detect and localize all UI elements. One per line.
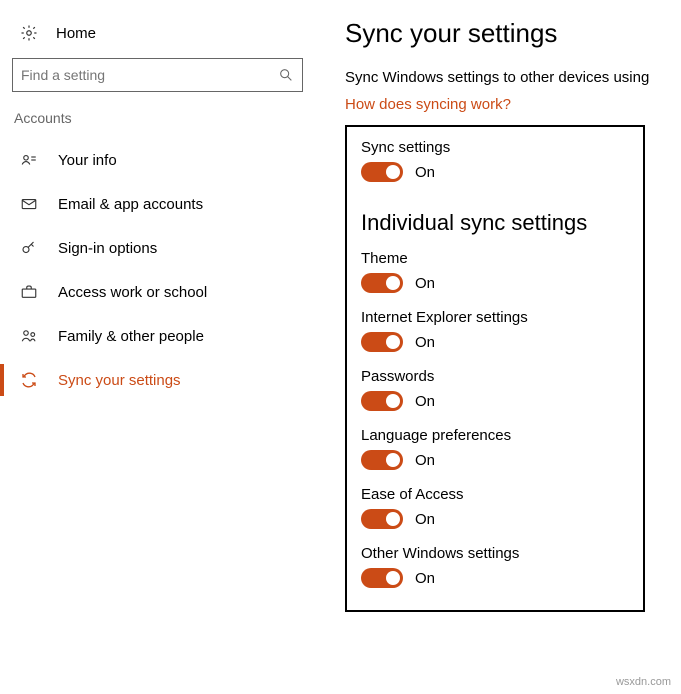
- sync-settings-panel: Sync settings On Individual sync setting…: [345, 125, 645, 612]
- toggle-state: On: [415, 511, 435, 528]
- theme-label: Theme: [361, 250, 629, 267]
- ie-settings-label: Internet Explorer settings: [361, 309, 629, 326]
- sync-settings-toggle[interactable]: [361, 162, 403, 182]
- toggle-state: On: [415, 452, 435, 469]
- ease-of-access-label: Ease of Access: [361, 486, 629, 503]
- people-icon: [18, 327, 40, 345]
- sidebar-item-your-info[interactable]: Your info: [12, 138, 303, 182]
- passwords-toggle[interactable]: [361, 391, 403, 411]
- key-icon: [18, 239, 40, 257]
- page-title: Sync your settings: [345, 18, 661, 49]
- toggle-state: On: [415, 334, 435, 351]
- home-label: Home: [56, 25, 96, 42]
- page-description: Sync Windows settings to other devices u…: [345, 69, 661, 86]
- sidebar-item-label: Sync your settings: [58, 372, 181, 389]
- sidebar-item-family[interactable]: Family & other people: [12, 314, 303, 358]
- search-icon: [278, 67, 294, 83]
- toggle-state: On: [415, 164, 435, 181]
- gear-icon: [18, 24, 40, 42]
- mail-icon: [18, 195, 40, 213]
- ie-settings-toggle[interactable]: [361, 332, 403, 352]
- other-windows-toggle[interactable]: [361, 568, 403, 588]
- person-card-icon: [18, 151, 40, 169]
- sidebar-item-label: Access work or school: [58, 284, 207, 301]
- how-syncing-works-link[interactable]: How does syncing work?: [345, 96, 511, 113]
- sidebar-item-signin[interactable]: Sign-in options: [12, 226, 303, 270]
- sidebar-item-label: Sign-in options: [58, 240, 157, 257]
- sidebar: Home Accounts Your info: [0, 0, 315, 612]
- language-label: Language preferences: [361, 427, 629, 444]
- sync-icon: [18, 371, 40, 389]
- language-toggle[interactable]: [361, 450, 403, 470]
- briefcase-icon: [18, 283, 40, 301]
- sidebar-item-label: Family & other people: [58, 328, 204, 345]
- toggle-state: On: [415, 393, 435, 410]
- sidebar-item-label: Your info: [58, 152, 117, 169]
- toggle-state: On: [415, 275, 435, 292]
- sidebar-item-label: Email & app accounts: [58, 196, 203, 213]
- main-content: Sync your settings Sync Windows settings…: [315, 0, 681, 612]
- sync-settings-label: Sync settings: [361, 139, 629, 156]
- sidebar-item-work[interactable]: Access work or school: [12, 270, 303, 314]
- individual-sync-title: Individual sync settings: [361, 210, 629, 236]
- theme-toggle[interactable]: [361, 273, 403, 293]
- watermark: wsxdn.com: [616, 676, 671, 688]
- sidebar-item-sync[interactable]: Sync your settings: [12, 358, 303, 402]
- toggle-state: On: [415, 570, 435, 587]
- search-box[interactable]: [12, 58, 303, 92]
- other-windows-label: Other Windows settings: [361, 545, 629, 562]
- sidebar-item-email[interactable]: Email & app accounts: [12, 182, 303, 226]
- search-input[interactable]: [21, 67, 278, 83]
- passwords-label: Passwords: [361, 368, 629, 385]
- ease-of-access-toggle[interactable]: [361, 509, 403, 529]
- home-button[interactable]: Home: [12, 18, 303, 48]
- section-label: Accounts: [14, 110, 303, 126]
